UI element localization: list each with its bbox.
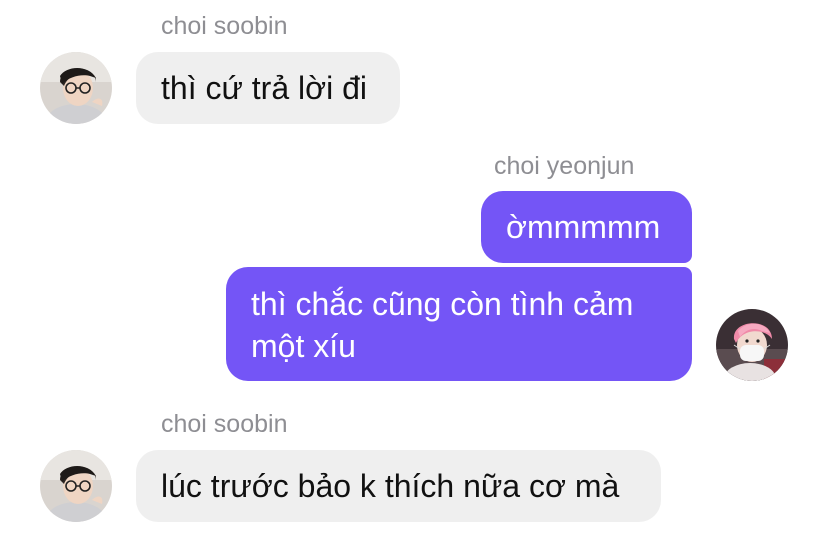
message-text-line: một xíu [251, 328, 356, 364]
avatar-yeonjun[interactable] [716, 309, 788, 381]
sender-name: choi yeonjun [494, 152, 635, 180]
message-text-line: thì chắc cũng còn tình cảm [251, 286, 634, 322]
message-bubble-outgoing[interactable]: ờmmmmm [481, 191, 692, 263]
sender-name: choi soobin [161, 410, 288, 438]
message-bubble-incoming[interactable]: lúc trước bảo k thích nữa cơ mà [136, 450, 661, 522]
person-photo-icon [40, 52, 112, 124]
message-bubble-incoming[interactable]: thì cứ trả lời đi [136, 52, 400, 124]
person-photo-icon [716, 309, 788, 381]
sender-name: choi soobin [161, 12, 288, 40]
message-bubble-outgoing[interactable]: thì chắc cũng còn tình cảm một xíu [226, 267, 692, 381]
avatar-soobin[interactable] [40, 450, 112, 522]
message-text: thì cứ trả lời đi [161, 70, 368, 106]
avatar-soobin[interactable] [40, 52, 112, 124]
person-photo-icon [40, 450, 112, 522]
message-text: lúc trước bảo k thích nữa cơ mà [161, 468, 620, 504]
message-text: ờmmmmm [506, 209, 661, 245]
